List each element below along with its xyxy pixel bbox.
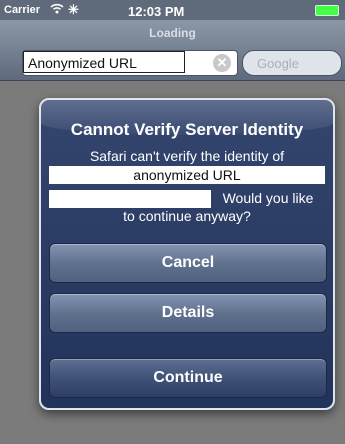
clear-url-icon[interactable]: ✕: [213, 54, 231, 72]
dialog-message-line-1: Safari can't verify the identity of: [89, 148, 285, 164]
redacted-url-text: anonymized URL: [133, 167, 241, 183]
continue-button[interactable]: Continue: [49, 358, 327, 398]
url-field[interactable]: Anonymized URL ✕: [22, 50, 238, 76]
page-loading-title: Loading: [149, 26, 196, 40]
search-input[interactable]: Google: [242, 50, 342, 76]
redacted-text-box: [49, 190, 211, 208]
battery-icon: [315, 5, 339, 16]
dialog-title: Cannot Verify Server Identity: [70, 120, 304, 139]
dialog-message-line-3: to continue anyway?: [123, 208, 251, 224]
redacted-url-box: anonymized URL: [49, 166, 325, 184]
carrier-label: Carrier: [4, 4, 41, 16]
details-button[interactable]: Details: [49, 293, 327, 333]
status-time: 12:03 PM: [128, 4, 185, 19]
dialog-message-line-2: Would you like: [222, 190, 314, 206]
status-bar: Carrier ✳ 12:03 PM: [0, 0, 345, 20]
safari-nav-bar: Loading Anonymized URL ✕ Google: [0, 20, 345, 81]
alert-dialog: Cannot Verify Server Identity Safari can…: [39, 98, 335, 410]
wifi-icon: [50, 3, 64, 17]
url-text: Anonymized URL: [28, 55, 137, 71]
cancel-button[interactable]: Cancel: [49, 243, 327, 283]
search-placeholder: Google: [257, 56, 299, 71]
activity-spinner-icon: ✳: [68, 2, 79, 17]
